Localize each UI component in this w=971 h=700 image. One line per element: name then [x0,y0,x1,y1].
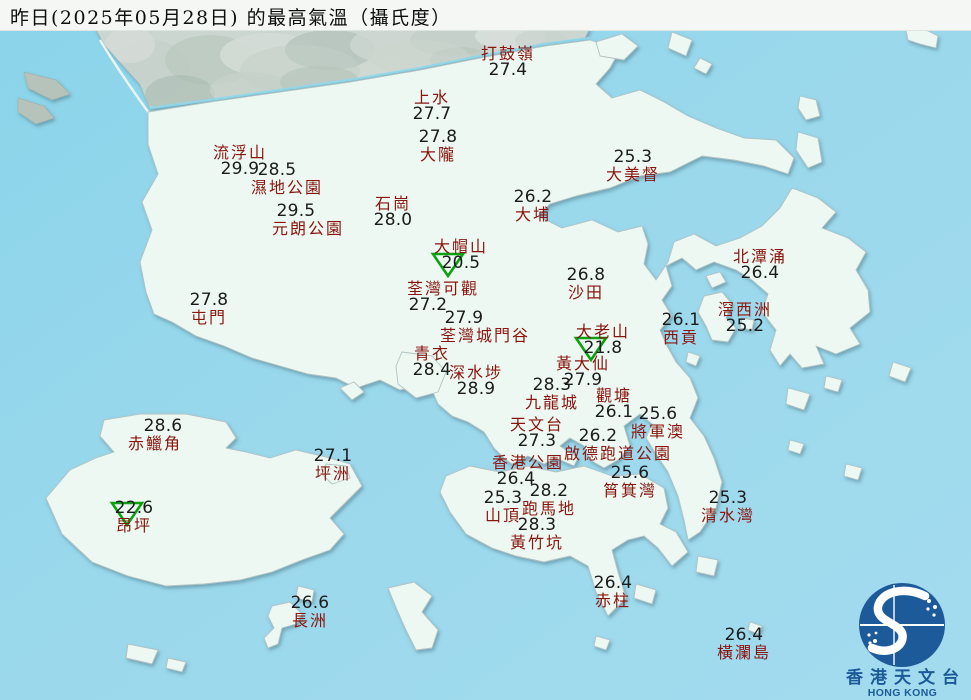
station-label: 28.6 赤鱲角 [127,418,183,453]
title-bar: 昨日(2025年05月28日) 的最高氣溫（攝氏度） [0,0,971,31]
station-value: 26.4 [593,573,633,593]
station-name: 大隴 [419,145,456,164]
station-label: 25.3 大美督 [605,147,661,184]
station-value: 25.6 [638,404,678,424]
station-value: 28.4 [412,360,452,380]
station-value: 28.5 [257,160,297,180]
station-name: 沙田 [567,283,604,302]
station-label: 深水埗 28.9 [449,364,503,398]
station-label: 29.5 元朗公園 [271,203,345,238]
station-label: 青衣 28.4 [413,345,452,379]
station-name: 濕地公園 [250,178,324,197]
station-label: 26.4 橫瀾島 [716,625,772,662]
station-label: 27.8 屯門 [189,290,229,327]
station-value: 29.5 [276,201,316,221]
station-label: 上水 27.7 [413,89,452,123]
station-label: 25.3 清水灣 [700,488,756,525]
station-label: 打鼓嶺 27.4 [481,45,535,79]
station-name: 清水灣 [700,506,756,525]
station-value: 25.3 [708,488,748,508]
station-name: 赤鱲角 [127,434,183,453]
station-value: 26.8 [566,265,606,285]
station-labels-layer: 打鼓嶺 27.4 上水 27.7 27.8 大隴 流浮山 29.9 28.5 濕地公園 25.3 大美… [0,0,971,700]
station-name: 西貢 [662,328,699,347]
station-name: 長洲 [291,611,328,630]
station-name: 荃灣城門谷 [439,326,531,345]
station-value: 25.6 [610,463,650,483]
station-value: 26.1 [594,402,634,422]
station-name: 大埔 [514,205,551,224]
station-label: 22.6 昂坪 [114,498,154,535]
station-value: 22.6 [114,498,154,518]
station-value: 27.8 [418,127,458,147]
station-value: 27.4 [488,60,528,80]
station-label: 26.2 啟德跑道公園 [563,428,673,463]
station-label: 26.6 長洲 [290,593,330,630]
station-value: 25.2 [725,316,765,336]
station-label: 27.1 坪洲 [313,446,353,483]
station-name: 大美督 [605,165,661,184]
station-value: 26.1 [661,310,701,330]
station-value: 28.9 [456,379,496,399]
station-value: 28.2 [529,481,569,501]
station-value: 25.3 [483,488,523,508]
station-name: 坪洲 [314,464,351,483]
station-value: 26.4 [740,263,780,283]
station-name: 九龍城 [524,393,580,412]
station-name: 橫瀾島 [716,643,772,662]
station-value: 27.8 [189,290,229,310]
station-name: 啟德跑道公園 [563,444,673,463]
logo-name-chinese: 香港天文台 [846,668,966,688]
station-value: 27.1 [313,446,353,466]
station-value: 26.2 [513,187,553,207]
station-label: 26.8 沙田 [566,265,606,302]
station-value: 26.4 [724,625,764,645]
station-label: 25.6 筲箕灣 [602,463,658,500]
station-value: 25.3 [613,147,653,167]
station-label: 滘西洲 25.2 [718,301,772,335]
station-label: 27.9 荃灣城門谷 [439,310,531,345]
station-name: 筲箕灣 [602,481,658,500]
station-label: 28.5 濕地公園 [250,162,324,197]
station-value: 26.6 [290,593,330,613]
weather-map-screen: 打鼓嶺 27.4 上水 27.7 27.8 大隴 流浮山 29.9 28.5 濕地公園 25.3 大美… [0,0,971,700]
station-label: 26.4 赤柱 [593,573,633,610]
station-label: 26.1 西貢 [661,310,701,347]
station-label: 27.8 大隴 [418,127,458,164]
station-value: 20.5 [441,253,481,273]
station-name: 昂坪 [115,516,152,535]
station-value: 28.6 [143,416,183,436]
station-label: 28.3 黃竹坑 [509,515,565,552]
station-label: 北潭涌 26.4 [733,248,787,282]
station-value: 27.7 [412,104,452,124]
station-value: 26.2 [578,426,618,446]
station-label: 大老山 21.8 [576,323,630,357]
station-label: 大帽山 20.5 [434,238,488,272]
station-value: 28.3 [532,375,572,395]
station-label: 26.2 大埔 [513,187,553,224]
station-name: 赤柱 [594,591,631,610]
station-label: 28.3 九龍城 [524,375,580,412]
station-label: 石崗 28.0 [374,195,413,229]
hko-logo: 香港天文台 HONG KONG OBSERVATORY [832,577,971,700]
page-title: 昨日(2025年05月28日) 的最高氣溫（攝氏度） [10,7,452,29]
station-label: 28.2 跑馬地 [522,481,576,518]
station-value: 28.3 [517,515,557,535]
station-name: 元朗公園 [271,219,345,238]
station-name: 黃竹坑 [509,533,565,552]
station-value: 27.9 [444,308,484,328]
logo-name-english: HONG KONG OBSERVATORY [861,687,944,700]
station-label: 觀塘 26.1 [595,387,634,421]
station-name: 屯門 [190,308,227,327]
hko-logo-icon [859,583,945,667]
station-value: 28.0 [373,210,413,230]
